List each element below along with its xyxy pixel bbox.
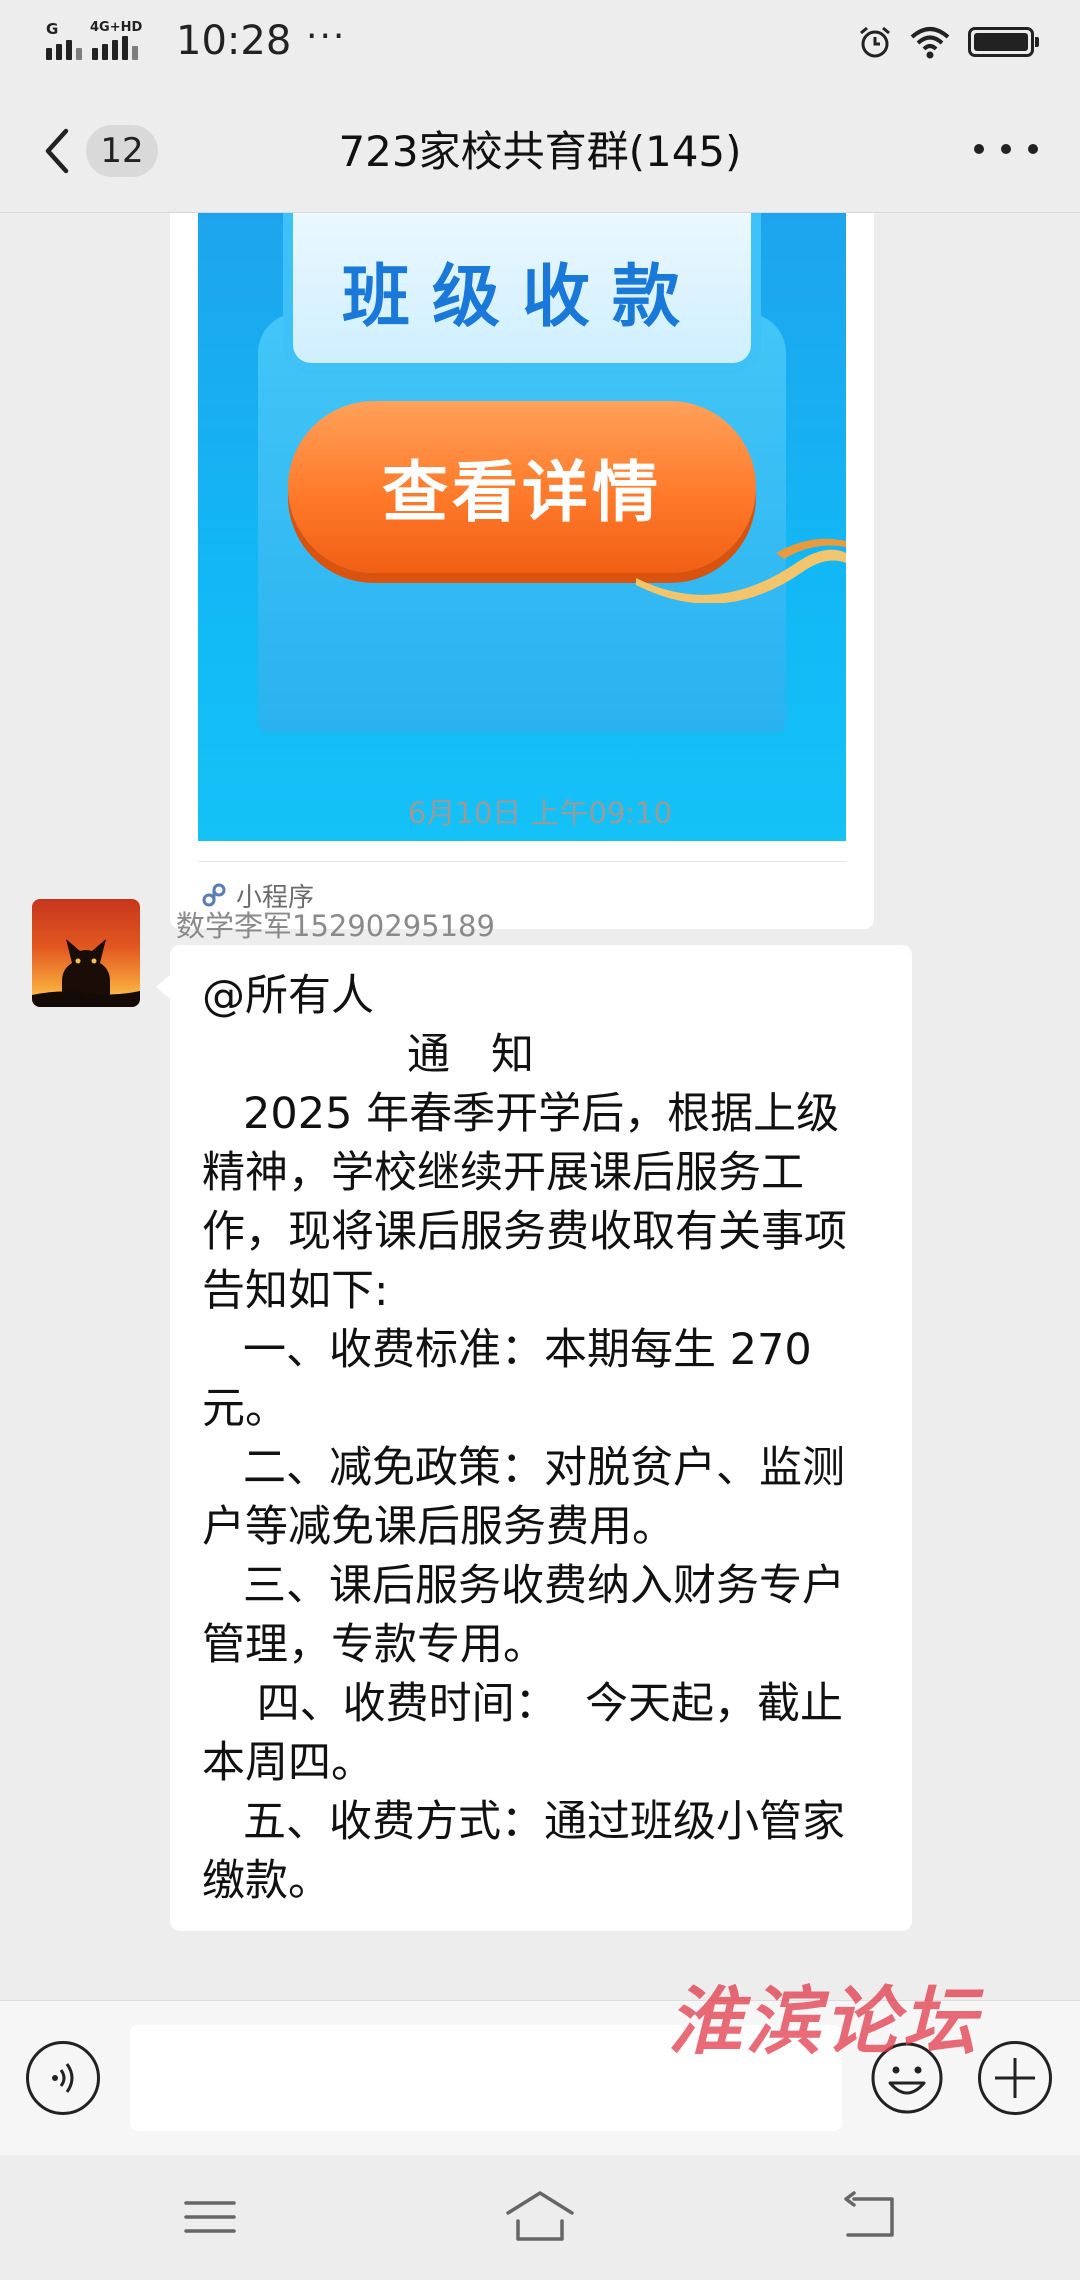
dot-icon [1028,144,1038,154]
back-nav-icon[interactable] [830,2185,910,2249]
sender-name: 数学李军15290295189 [176,909,495,943]
avatar[interactable] [32,899,140,1007]
status-icons [858,22,1039,62]
chat-header: 12 723家校共育群(145) [0,88,1080,213]
more-options-button[interactable] [974,132,1038,166]
status-overflow-dots: ··· [306,16,347,57]
signal-icon: G 4G+HD [46,20,142,60]
status-bar: G 4G+HD 10:28 ··· [0,0,1080,88]
message-line: 元。 [202,1384,288,1434]
message-line: 二、减免政策：对脱贫户、监测 [202,1443,846,1493]
menu-icon[interactable] [170,2185,250,2249]
banner-title: 班级收款 [341,258,702,337]
home-icon[interactable] [500,2185,580,2249]
chat-title: 723家校共育群(145) [338,127,742,176]
alarm-icon [860,26,890,58]
card-divider [198,861,846,862]
message-line: 作，现将课后服务费收取有关事项 [202,1207,847,1257]
paper-graphic: 班级收款 [293,213,751,363]
message-line: 2025 年春季开学后，根据上级 [202,1089,840,1139]
ribbon-decoration [636,538,846,603]
message-line: 告知如下: [202,1266,389,1316]
dot-icon [974,144,984,154]
message-line: 本周四。 [202,1738,374,1788]
message-bubble[interactable]: @所有人 通 知 2025 年春季开学后，根据上级 精神，学校继续开展课后服务工… [156,945,912,1931]
voice-icon [52,2063,74,2093]
system-nav-bar [0,2155,1080,2280]
message-line: 户等减免课后服务费用。 [202,1502,675,1552]
message-line: 一、收费标准：本期每生 270 [202,1325,812,1375]
mini-program-banner: 班级收款 查看详情 [198,213,846,841]
message-line: 精神，学校继续开展课后服务工 [202,1148,804,1198]
voice-input-button[interactable] [26,2041,100,2115]
more-functions-button[interactable] [978,2041,1052,2115]
chat-message-list[interactable]: 班级收款 查看详情 小程序 6月10日 上午09:10 数学李军15290295… [0,213,1080,2000]
wifi-icon [910,27,950,59]
dot-icon [1001,144,1011,154]
battery-icon [968,27,1039,57]
cat-silhouette-icon [32,939,140,1007]
message-line: 四、收费时间： 今天起，截止 [202,1679,844,1729]
message-timestamp: 6月10日 上午09:10 [407,796,673,830]
message-line: 通 知 [202,1030,535,1080]
watermark: 淮滨论坛 [668,1979,980,2065]
message-line: 五、收费方式：通过班级小管家 [202,1797,846,1847]
message-line: 管理，专款专用。 [202,1620,546,1670]
status-time: 10:28 [176,18,292,64]
message-line: 缴款。 [202,1856,331,1906]
message-line: 三、课后服务收费纳入财务专户 [202,1561,846,1611]
message-line: @所有人 [202,971,374,1021]
